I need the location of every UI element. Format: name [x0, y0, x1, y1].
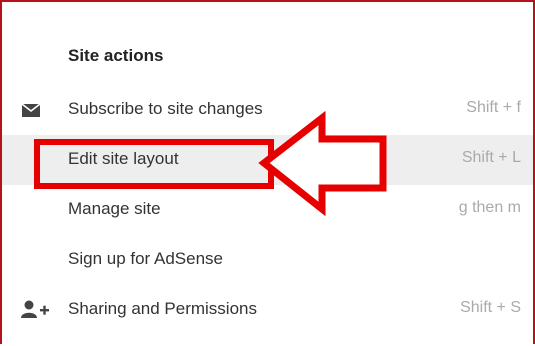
menu-item-label: Manage site [68, 199, 161, 218]
menu-item-sharing-permissions[interactable]: Sharing and Permissions Shift + S [2, 285, 533, 335]
menu-item-label: Subscribe to site changes [68, 99, 263, 118]
menu-item-label: Sign up for AdSense [68, 249, 224, 268]
menu-item-label: Sharing and Permissions [68, 299, 257, 318]
menu-item-shortcut: Shift + f [466, 99, 521, 116]
menu-item-shortcut: g then m [458, 199, 521, 216]
menu-item-sign-up-adsense[interactable]: Sign up for AdSense [2, 235, 533, 285]
menu-item-shortcut: Shift + S [460, 299, 521, 316]
menu-title: Site actions [68, 46, 164, 65]
add-person-icon [20, 299, 49, 321]
menu-item-manage-site[interactable]: Manage site g then m [2, 185, 533, 235]
envelope-icon [20, 99, 46, 121]
menu-item-subscribe[interactable]: Subscribe to site changes Shift + f [2, 85, 533, 135]
site-actions-window: Site actions Subscribe to site changes S… [0, 0, 535, 344]
highlight-box [34, 139, 274, 189]
menu-item-shortcut: Shift + L [461, 149, 521, 166]
